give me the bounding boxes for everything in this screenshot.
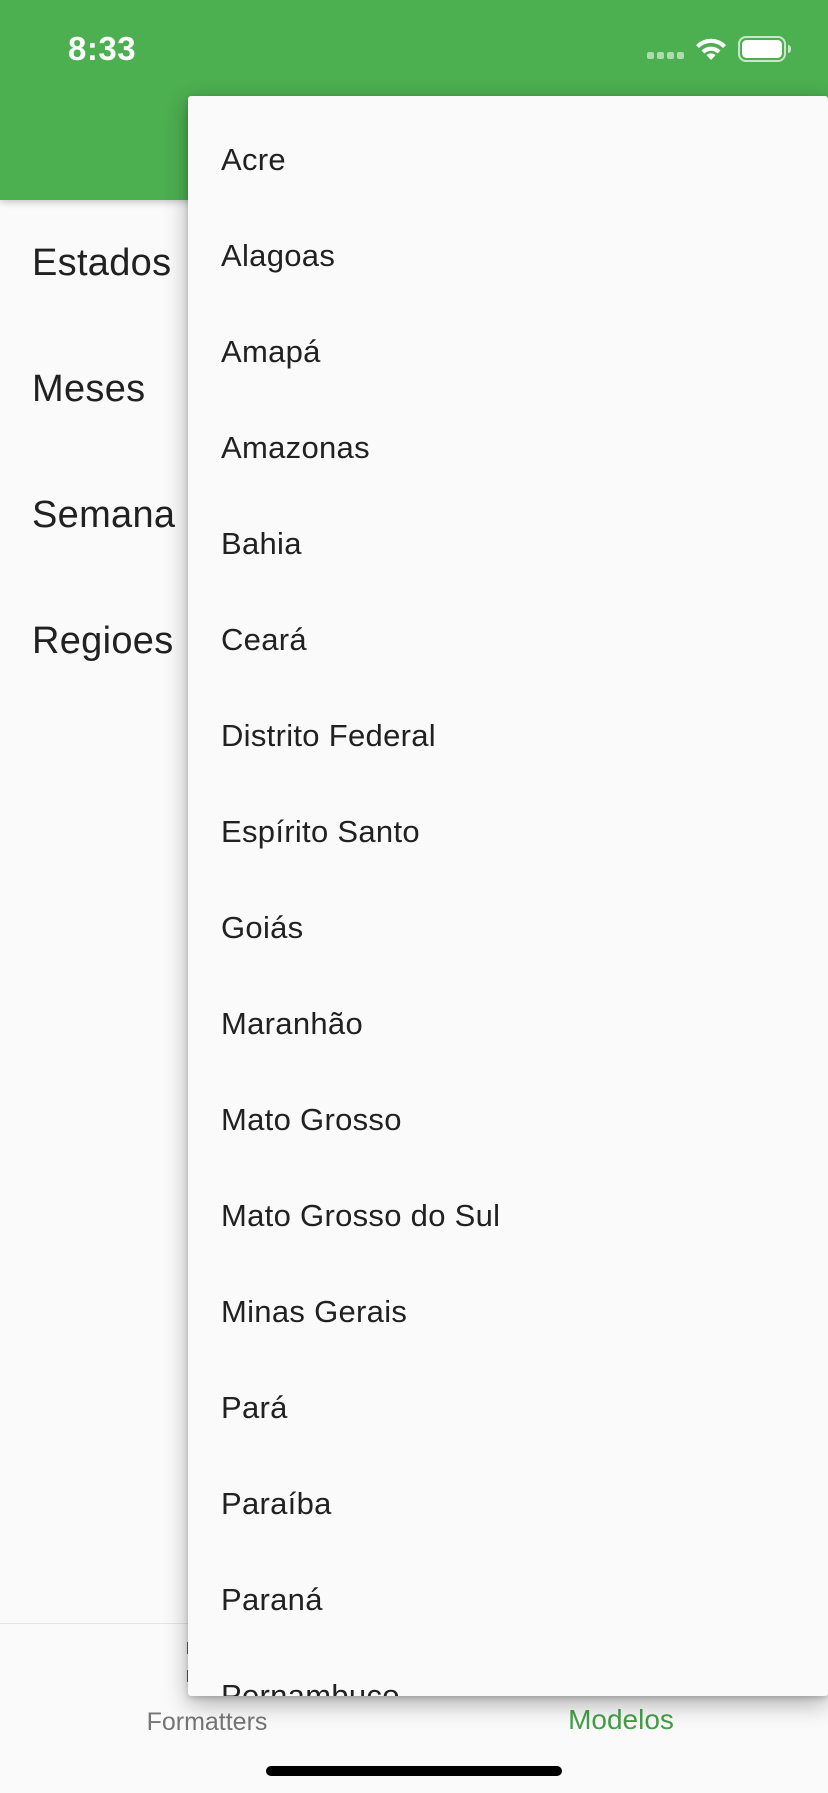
menu-item-goias[interactable]: Goiás — [188, 880, 828, 976]
home-indicator — [266, 1766, 562, 1776]
menu-item-distrito-federal[interactable]: Distrito Federal — [188, 688, 828, 784]
menu-item-espirito-santo[interactable]: Espírito Santo — [188, 784, 828, 880]
cellular-signal-icon — [647, 49, 684, 59]
menu-item-amapa[interactable]: Amapá — [188, 304, 828, 400]
menu-item-paraiba[interactable]: Paraíba — [188, 1456, 828, 1552]
nav-label-modelos: Modelos — [568, 1704, 674, 1735]
menu-item-pernambuco[interactable]: Pernambuco — [188, 1648, 828, 1696]
status-icons — [647, 36, 792, 62]
menu-item-maranhao[interactable]: Maranhão — [188, 976, 828, 1072]
status-time: 8:33 — [68, 30, 137, 67]
menu-item-parana[interactable]: Paraná — [188, 1552, 828, 1648]
menu-item-mato-grosso[interactable]: Mato Grosso — [188, 1072, 828, 1168]
states-dropdown-menu: Acre Alagoas Amapá Amazonas Bahia Ceará … — [188, 96, 828, 1696]
menu-item-amazonas[interactable]: Amazonas — [188, 400, 828, 496]
menu-item-acre[interactable]: Acre — [188, 112, 828, 208]
menu-item-bahia[interactable]: Bahia — [188, 496, 828, 592]
wifi-icon — [694, 36, 728, 62]
menu-item-mato-grosso-do-sul[interactable]: Mato Grosso do Sul — [188, 1168, 828, 1264]
menu-item-ceara[interactable]: Ceará — [188, 592, 828, 688]
nav-label-formatters: Formatters — [146, 1708, 268, 1736]
menu-item-minas-gerais[interactable]: Minas Gerais — [188, 1264, 828, 1360]
battery-icon — [738, 36, 792, 62]
menu-item-para[interactable]: Pará — [188, 1360, 828, 1456]
menu-item-alagoas[interactable]: Alagoas — [188, 208, 828, 304]
